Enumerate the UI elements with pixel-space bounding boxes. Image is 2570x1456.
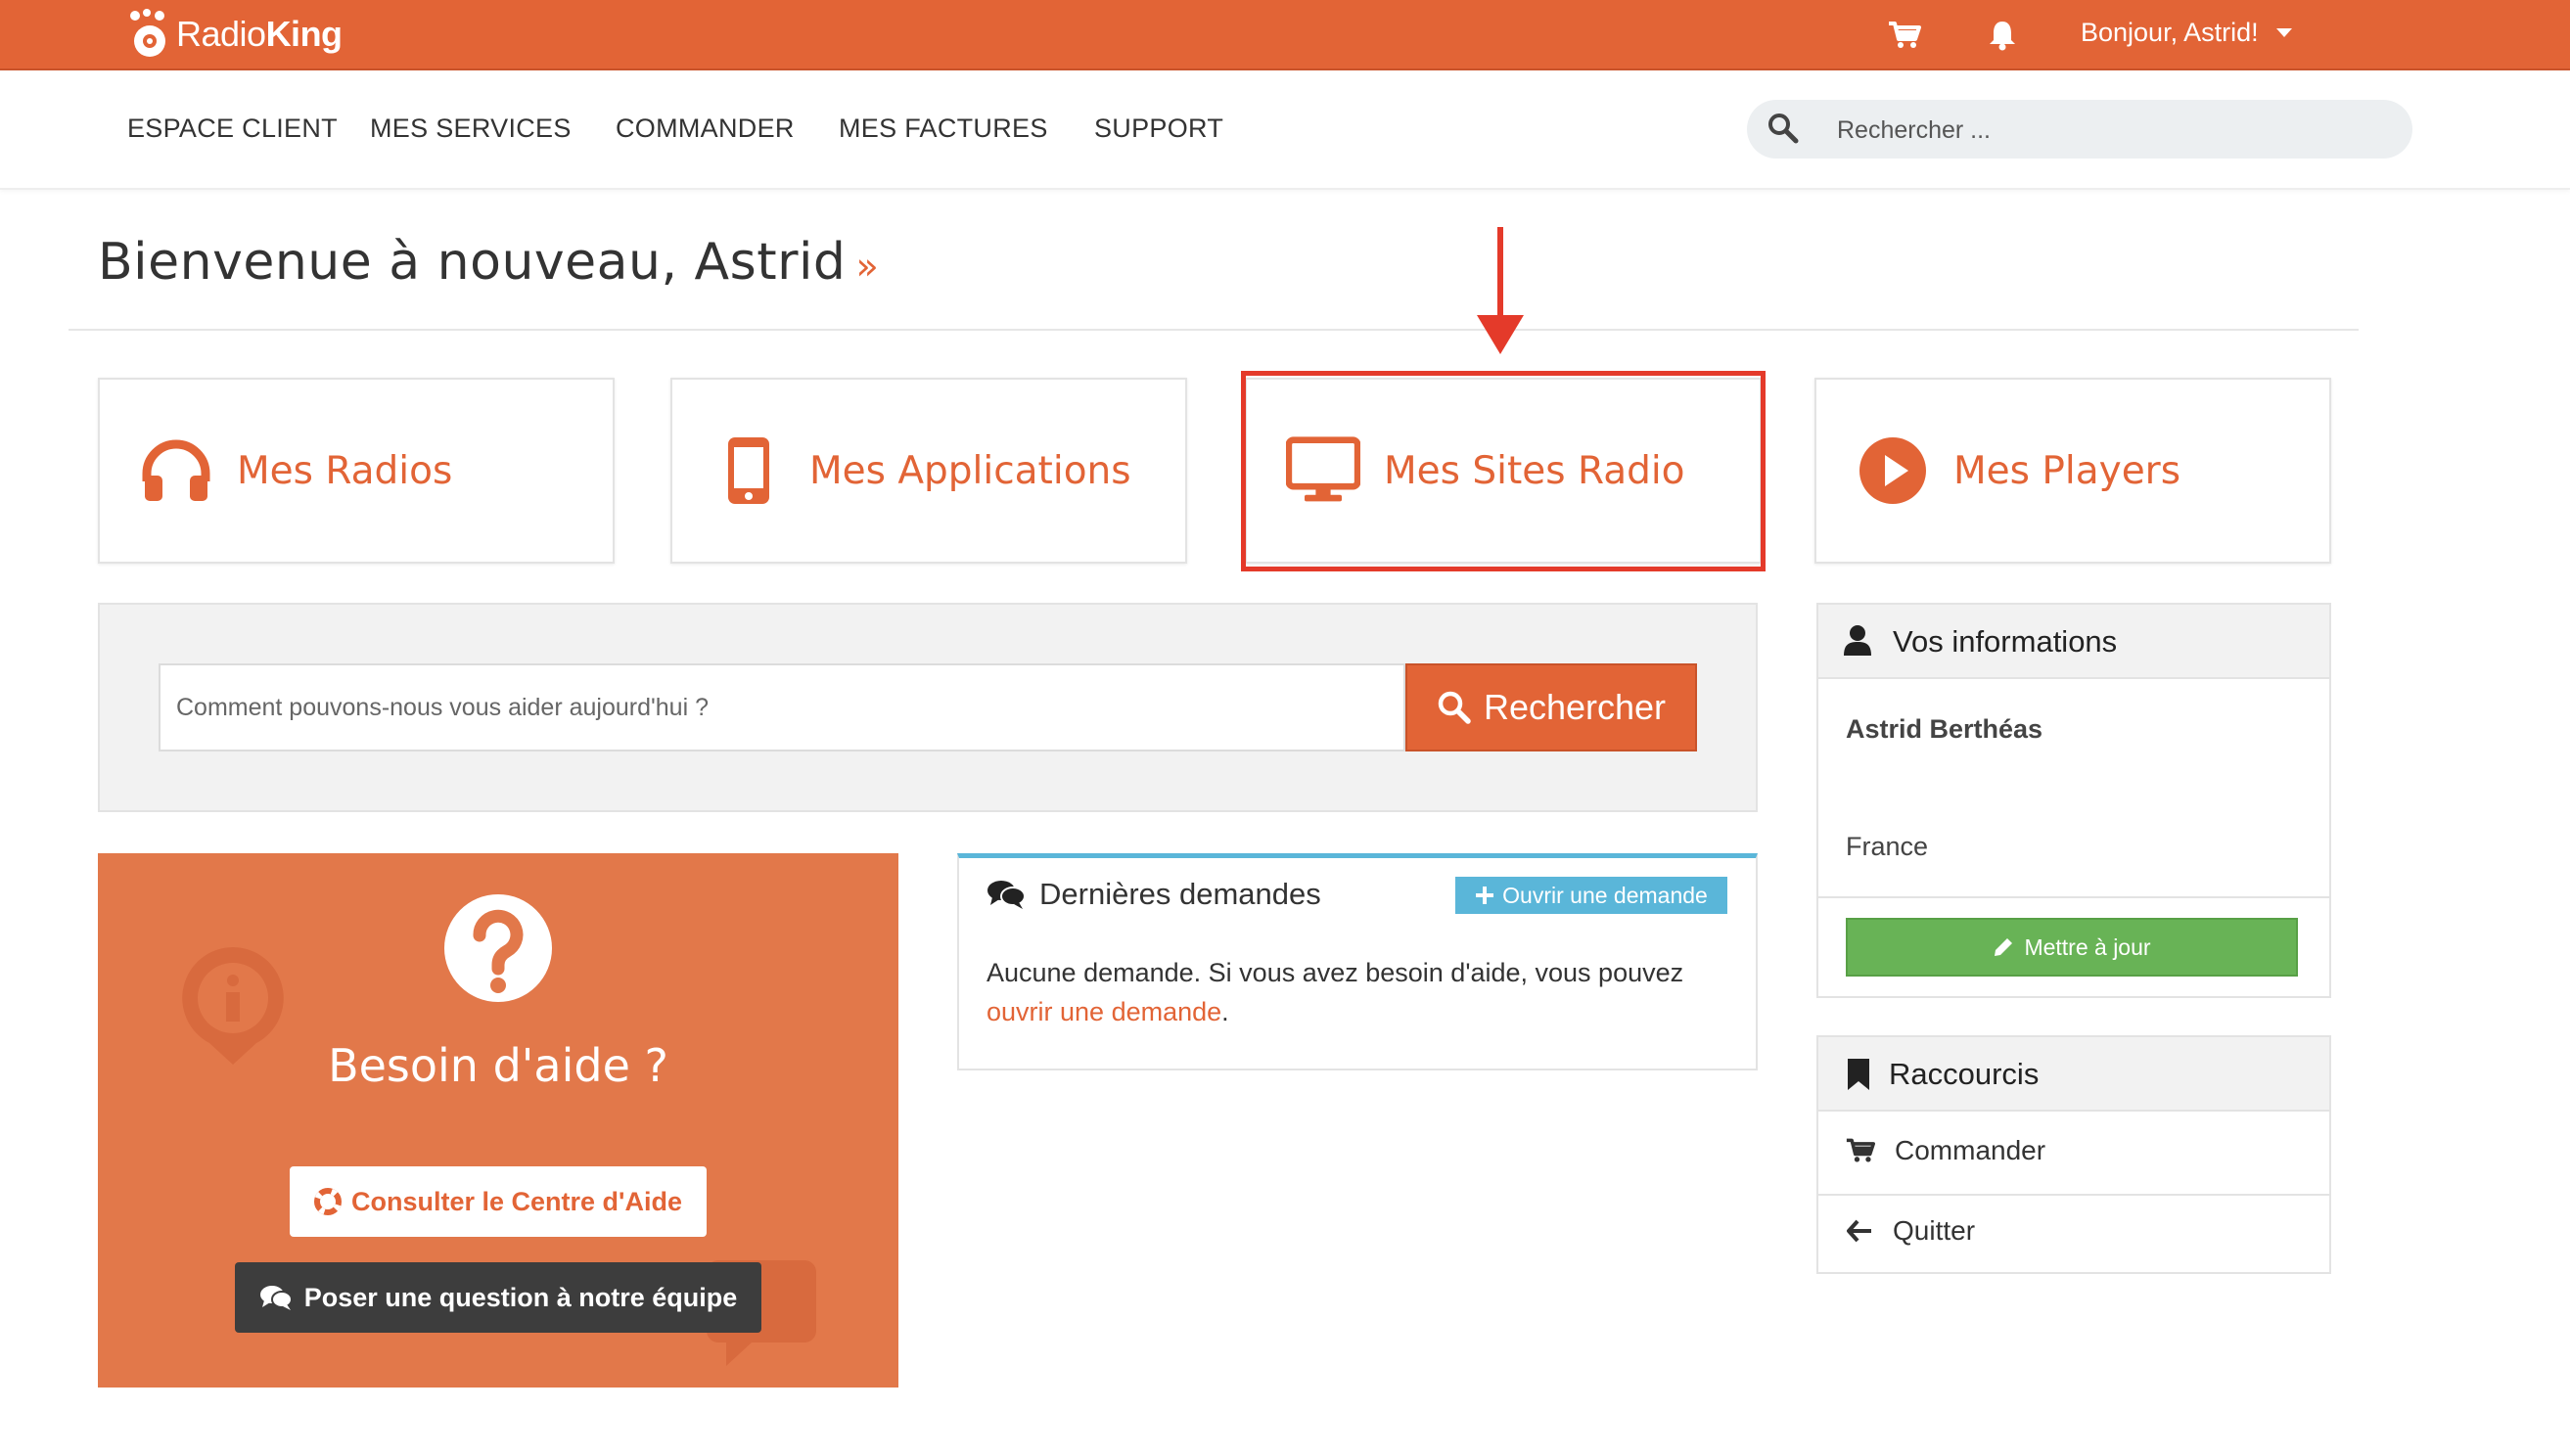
open-ticket-button[interactable]: Ouvrir une demande bbox=[1455, 877, 1727, 914]
annotation-arrow bbox=[1497, 227, 1503, 321]
nav-mes-services[interactable]: MES SERVICES bbox=[370, 114, 572, 144]
user-info-title: Vos informations bbox=[1893, 624, 2118, 659]
open-ticket-link[interactable]: ouvrir une demande bbox=[987, 997, 1221, 1026]
user-menu[interactable]: Bonjour, Astrid! bbox=[2081, 18, 2292, 48]
tile-mes-players[interactable]: Mes Players bbox=[1814, 378, 2331, 564]
comments-icon bbox=[987, 879, 1026, 915]
pencil-icon bbox=[1995, 938, 2013, 956]
nav-mes-factures[interactable]: MES FACTURES bbox=[839, 114, 1048, 144]
search-icon bbox=[1438, 691, 1471, 724]
chevron-down-icon bbox=[2275, 28, 2292, 37]
help-center-button-label: Consulter le Centre d'Aide bbox=[351, 1186, 682, 1216]
user-icon bbox=[1844, 625, 1871, 656]
shortcuts-header: Raccourcis bbox=[1818, 1037, 2329, 1112]
play-circle-icon bbox=[1856, 433, 1930, 508]
annotation-highlight-box bbox=[1241, 371, 1766, 571]
cart-icon[interactable] bbox=[1885, 16, 1924, 55]
page-title: Bienvenue à nouveau, Astrid» bbox=[98, 233, 880, 292]
cart-icon bbox=[1846, 1138, 1875, 1162]
user-info-divider bbox=[1818, 896, 2329, 898]
help-search-button[interactable]: Rechercher bbox=[1405, 663, 1697, 751]
help-search-input[interactable] bbox=[159, 663, 1405, 751]
tile-label: Mes Radios bbox=[237, 448, 453, 493]
user-name: Astrid Berthéas bbox=[1846, 714, 2043, 744]
update-info-button-label: Mettre à jour bbox=[2024, 933, 2151, 960]
shortcut-label: Commander bbox=[1895, 1135, 2046, 1165]
tile-mes-radios[interactable]: Mes Radios bbox=[98, 378, 615, 564]
tile-label: Mes Applications bbox=[809, 448, 1131, 493]
nav-support[interactable]: SUPPORT bbox=[1094, 114, 1223, 144]
help-center-button[interactable]: Consulter le Centre d'Aide bbox=[290, 1166, 707, 1237]
shortcuts-title: Raccourcis bbox=[1889, 1057, 2040, 1091]
plus-icon bbox=[1476, 887, 1494, 904]
top-search-input[interactable] bbox=[1835, 108, 2387, 153]
annotation-arrow-head bbox=[1477, 315, 1524, 354]
tile-mes-applications[interactable]: Mes Applications bbox=[670, 378, 1187, 564]
logo-text: RadioKing bbox=[176, 14, 343, 54]
radioking-crown-icon bbox=[130, 9, 165, 57]
question-circle-icon bbox=[444, 894, 552, 1002]
shortcut-quitter[interactable]: Quitter bbox=[1846, 1215, 1975, 1247]
help-search-button-label: Rechercher bbox=[1483, 687, 1667, 727]
title-divider bbox=[69, 329, 2359, 331]
user-country: France bbox=[1846, 832, 1929, 861]
top-search bbox=[1747, 100, 2412, 159]
headphones-icon bbox=[139, 433, 213, 508]
ask-question-button-label: Poser une question à notre équipe bbox=[303, 1282, 738, 1312]
mobile-icon bbox=[711, 433, 786, 508]
tickets-title: Dernières demandes bbox=[1039, 877, 1321, 911]
help-panel-title: Besoin d'aide ? bbox=[328, 1039, 668, 1092]
tickets-empty-message: Aucune demande. Si vous avez besoin d'ai… bbox=[987, 958, 1684, 1026]
tile-label: Mes Players bbox=[1953, 448, 2181, 493]
open-ticket-button-label: Ouvrir une demande bbox=[1502, 882, 1708, 908]
logo[interactable]: RadioKing bbox=[127, 8, 343, 61]
shortcut-commander[interactable]: Commander bbox=[1846, 1135, 2045, 1166]
nav-commander[interactable]: COMMANDER bbox=[616, 114, 795, 144]
search-icon bbox=[1767, 112, 1800, 150]
shortcut-label: Quitter bbox=[1893, 1215, 1976, 1246]
nav-espace-client[interactable]: ESPACE CLIENT bbox=[127, 114, 338, 144]
ask-question-button[interactable]: Poser une question à notre équipe bbox=[235, 1262, 761, 1333]
greeting-text: Bonjour, Astrid! bbox=[2081, 18, 2259, 47]
bell-icon[interactable] bbox=[1983, 16, 2022, 55]
life-ring-icon bbox=[314, 1188, 342, 1215]
arrow-left-icon bbox=[1847, 1219, 1871, 1243]
bookmark-icon bbox=[1848, 1059, 1869, 1090]
comments-icon bbox=[259, 1286, 293, 1310]
shortcuts-divider bbox=[1818, 1194, 2329, 1196]
user-info-header: Vos informations bbox=[1818, 605, 2329, 679]
update-info-button[interactable]: Mettre à jour bbox=[1846, 918, 2298, 977]
